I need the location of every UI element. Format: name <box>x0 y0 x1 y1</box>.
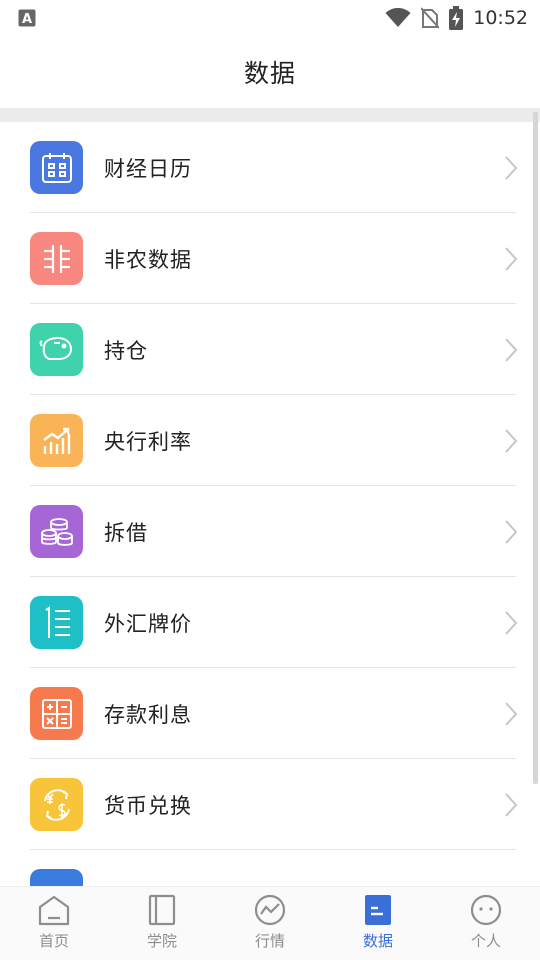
bottom-tab-bar: 首页 学院 行情 数据 个人 <box>0 886 540 960</box>
item-label: 非农数据 <box>104 247 192 272</box>
chevron-right-icon <box>505 701 518 726</box>
chevron-right-icon <box>505 155 518 180</box>
fei-character-icon <box>30 232 83 285</box>
item-label: 央行利率 <box>104 429 192 454</box>
book-icon <box>148 894 176 926</box>
item-label: 拆借 <box>104 520 148 545</box>
profile-face-icon <box>470 894 502 926</box>
chevron-right-icon <box>505 337 518 362</box>
no-sim-icon <box>421 7 440 29</box>
market-trend-icon <box>254 894 286 926</box>
list-item-partial[interactable] <box>0 850 540 886</box>
chevron-right-icon <box>505 610 518 635</box>
piggy-bank-icon <box>30 323 83 376</box>
list-item-central-bank-rate[interactable]: 央行利率 <box>0 395 540 486</box>
tab-market[interactable]: 行情 <box>216 887 324 960</box>
item-label: 外汇牌价 <box>104 611 192 636</box>
calendar-icon <box>30 141 83 194</box>
calculator-icon <box>30 687 83 740</box>
tab-academy[interactable]: 学院 <box>108 887 216 960</box>
list-item-fx-quotes[interactable]: 外汇牌价 <box>0 577 540 668</box>
chevron-right-icon <box>505 792 518 817</box>
tab-label: 数据 <box>362 932 393 950</box>
scrollbar-thumb[interactable] <box>533 112 538 784</box>
page-title: 数据 <box>243 59 296 88</box>
item-label: 财经日历 <box>104 156 192 181</box>
tab-data[interactable]: 数据 <box>324 887 432 960</box>
list-item-interbank-lending[interactable]: 拆借 <box>0 486 540 577</box>
app-header: 数据 <box>0 36 540 108</box>
tab-label: 学院 <box>146 932 177 950</box>
section-gap <box>0 108 540 122</box>
coins-stack-icon <box>30 505 83 558</box>
data-menu-list: 财经日历 非农数据 持仓 央行利率 拆借 外汇牌价 存款利息 货币兑换 <box>0 122 540 886</box>
list-item-currency-exchange[interactable]: 货币兑换 <box>0 759 540 850</box>
list-item-nonfarm-data[interactable]: 非农数据 <box>0 213 540 304</box>
battery-charging-icon <box>449 6 464 30</box>
list-item-finance-calendar[interactable]: 财经日历 <box>0 122 540 213</box>
item-label: 货币兑换 <box>104 793 192 818</box>
rate-list-icon <box>30 596 83 649</box>
status-time: 10:52 <box>473 7 528 29</box>
chevron-right-icon <box>505 519 518 544</box>
app-notification-icon: A <box>18 9 36 27</box>
tab-profile[interactable]: 个人 <box>432 887 540 960</box>
tab-label: 行情 <box>254 932 285 950</box>
status-bar: A 10:52 <box>0 0 540 36</box>
item-label: 存款利息 <box>104 702 192 727</box>
svg-text:A: A <box>22 12 32 27</box>
list-item-positions[interactable]: 持仓 <box>0 304 540 395</box>
wifi-icon <box>385 8 411 27</box>
partial-item-icon <box>30 869 83 886</box>
data-doc-icon <box>365 895 391 925</box>
home-icon <box>38 895 70 926</box>
item-label: 持仓 <box>104 338 148 363</box>
list-item-deposit-interest[interactable]: 存款利息 <box>0 668 540 759</box>
tab-home[interactable]: 首页 <box>0 887 108 960</box>
bar-chart-trend-icon <box>30 414 83 467</box>
tab-label: 首页 <box>38 932 69 950</box>
chevron-right-icon <box>505 246 518 271</box>
tab-label: 个人 <box>470 932 501 950</box>
chevron-right-icon <box>505 428 518 453</box>
currency-exchange-icon <box>30 778 83 831</box>
